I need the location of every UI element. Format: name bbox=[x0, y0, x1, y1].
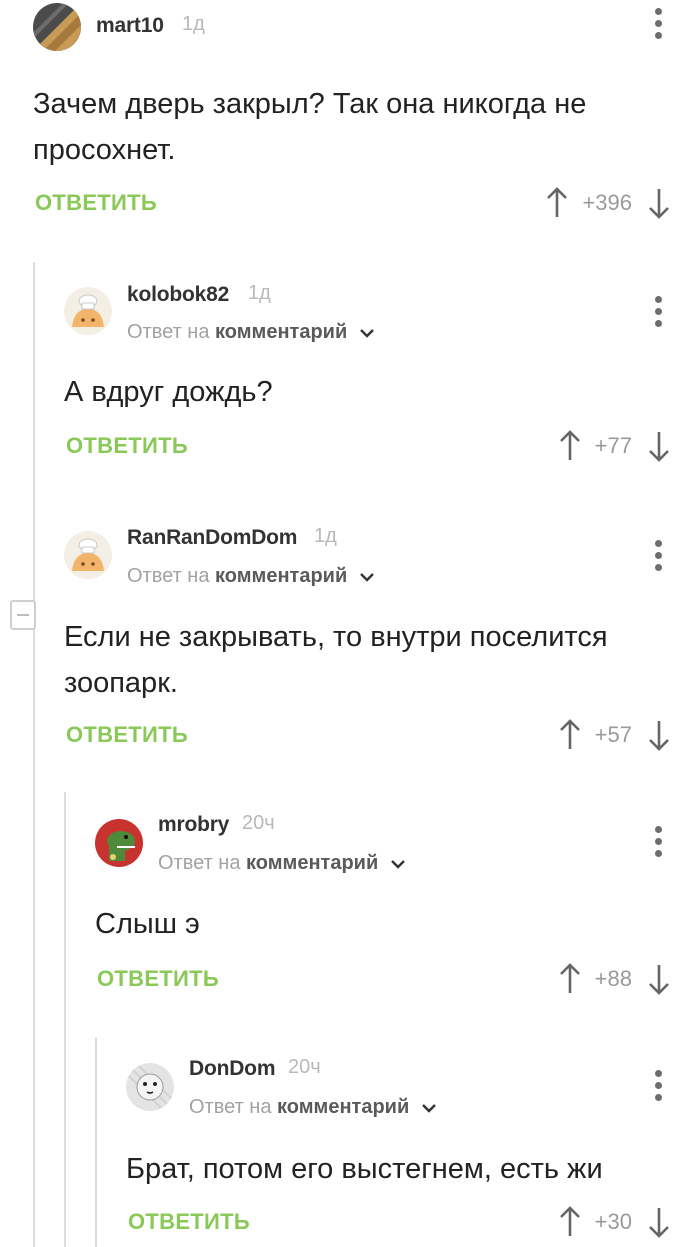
downvote-arrow-icon[interactable] bbox=[648, 430, 670, 462]
reply-button[interactable]: ОТВЕТИТЬ bbox=[35, 190, 157, 216]
upvote-arrow-icon[interactable] bbox=[559, 963, 581, 995]
avatar[interactable] bbox=[95, 819, 143, 867]
more-vertical-icon[interactable] bbox=[646, 296, 670, 340]
downvote-arrow-icon[interactable] bbox=[648, 1206, 670, 1238]
username[interactable]: RanRanDomDom bbox=[127, 526, 297, 550]
chevron-down-icon[interactable] bbox=[421, 1103, 437, 1113]
reply-to-prefix: Ответ на bbox=[127, 321, 210, 343]
reply-to-link[interactable]: Ответ на комментарий bbox=[189, 1096, 437, 1119]
upvote-arrow-icon[interactable] bbox=[559, 1206, 581, 1238]
reply-to-target[interactable]: комментарий bbox=[215, 565, 347, 587]
collapse-thread-button[interactable] bbox=[10, 600, 36, 630]
comment-text: Зачем дверь закрыл? Так она никогда не п… bbox=[33, 88, 587, 166]
username[interactable]: mart10 bbox=[96, 14, 164, 38]
upvote-arrow-icon[interactable] bbox=[559, 430, 581, 462]
timestamp: 1д bbox=[182, 13, 205, 35]
reply-button[interactable]: ОТВЕТИТЬ bbox=[128, 1209, 250, 1235]
reply-to-prefix: Ответ на bbox=[158, 852, 241, 874]
thread-line-level-3 bbox=[95, 1037, 97, 1247]
reply-to-link[interactable]: Ответ на комментарий bbox=[158, 852, 406, 875]
reply-button[interactable]: ОТВЕТИТЬ bbox=[66, 722, 188, 748]
comment-text: Если не закрывать, то внутри поселится з… bbox=[64, 621, 608, 699]
vote-controls: +77 bbox=[559, 426, 670, 466]
more-vertical-icon[interactable] bbox=[646, 8, 670, 52]
timestamp: 1д bbox=[314, 525, 337, 547]
vote-controls: +396 bbox=[546, 183, 670, 223]
reply-button[interactable]: ОТВЕТИТЬ bbox=[97, 966, 219, 992]
downvote-arrow-icon[interactable] bbox=[648, 187, 670, 219]
more-vertical-icon[interactable] bbox=[646, 1070, 670, 1114]
upvote-arrow-icon[interactable] bbox=[559, 719, 581, 751]
comment-text: Брат, потом его выстегнем, есть жи bbox=[126, 1153, 603, 1185]
reply-to-link[interactable]: Ответ на комментарий bbox=[127, 321, 375, 344]
chevron-down-icon[interactable] bbox=[359, 328, 375, 338]
upvote-arrow-icon[interactable] bbox=[546, 187, 568, 219]
username[interactable]: kolobok82 bbox=[127, 283, 229, 307]
more-vertical-icon[interactable] bbox=[646, 540, 670, 584]
vote-controls: +88 bbox=[559, 959, 670, 999]
chevron-down-icon[interactable] bbox=[390, 859, 406, 869]
vote-controls: +30 bbox=[559, 1202, 670, 1242]
rating: +77 bbox=[594, 433, 632, 458]
timestamp: 1д bbox=[248, 282, 271, 304]
avatar[interactable] bbox=[64, 531, 112, 579]
comment-text: Слыш э bbox=[95, 908, 200, 940]
downvote-arrow-icon[interactable] bbox=[648, 963, 670, 995]
reply-to-target[interactable]: комментарий bbox=[215, 321, 347, 343]
avatar[interactable] bbox=[64, 287, 112, 335]
avatar[interactable] bbox=[33, 3, 81, 51]
reply-to-prefix: Ответ на bbox=[127, 565, 210, 587]
thread-line-level-2 bbox=[64, 792, 66, 1247]
more-vertical-icon[interactable] bbox=[646, 826, 670, 870]
reply-button[interactable]: ОТВЕТИТЬ bbox=[66, 433, 188, 459]
username[interactable]: mrobry bbox=[158, 813, 229, 837]
reply-to-target[interactable]: комментарий bbox=[246, 852, 378, 874]
rating: +57 bbox=[594, 722, 632, 747]
avatar[interactable] bbox=[126, 1063, 174, 1111]
downvote-arrow-icon[interactable] bbox=[648, 719, 670, 751]
rating: +30 bbox=[594, 1209, 632, 1234]
username[interactable]: DonDom bbox=[189, 1057, 275, 1081]
timestamp: 20ч bbox=[288, 1056, 321, 1078]
reply-to-prefix: Ответ на bbox=[189, 1096, 272, 1118]
vote-controls: +57 bbox=[559, 715, 670, 755]
chevron-down-icon[interactable] bbox=[359, 572, 375, 582]
reply-to-target[interactable]: комментарий bbox=[277, 1096, 409, 1118]
timestamp: 20ч bbox=[242, 812, 275, 834]
reply-to-link[interactable]: Ответ на комментарий bbox=[127, 565, 375, 588]
thread-line-level-1 bbox=[33, 262, 35, 1247]
rating: +396 bbox=[582, 190, 632, 215]
comment-text: А вдруг дождь? bbox=[64, 376, 273, 408]
rating: +88 bbox=[594, 966, 632, 991]
